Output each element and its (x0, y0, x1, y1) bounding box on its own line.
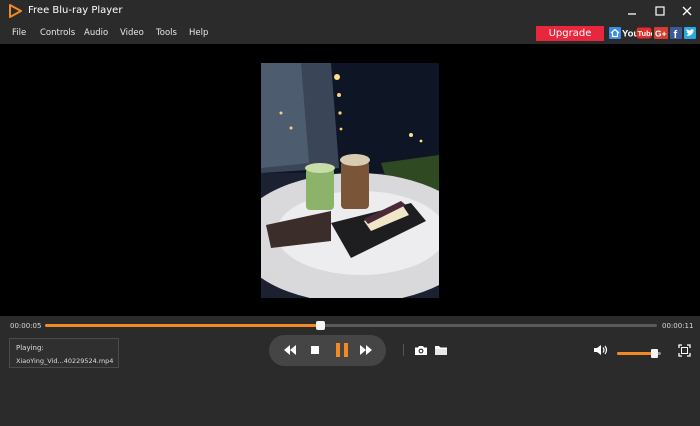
play-triangle-logo-icon (9, 4, 22, 18)
player-window: Free Blu-ray Player File Controls Audio … (0, 0, 700, 426)
title-bar[interactable]: Free Blu-ray Player (0, 0, 700, 22)
app-title: Free Blu-ray Player (28, 5, 123, 16)
volume-slider[interactable] (617, 349, 661, 358)
minimize-button[interactable] (623, 2, 641, 20)
menu-audio[interactable]: Audio (84, 26, 108, 40)
camera-icon (415, 345, 427, 355)
menu-video[interactable]: Video (120, 26, 144, 40)
rewind-button[interactable] (281, 341, 299, 359)
speaker-icon (593, 345, 607, 355)
maximize-icon (655, 6, 665, 16)
controls-divider (403, 344, 404, 356)
video-frame (261, 63, 439, 298)
fullscreen-icon (677, 343, 691, 357)
twitter-icon[interactable] (684, 26, 696, 40)
maximize-button[interactable] (651, 2, 669, 20)
volume-handle[interactable] (651, 349, 659, 358)
rewind-icon (284, 345, 296, 355)
fast-forward-button[interactable] (357, 341, 375, 359)
now-playing-box: Playing: XiaoYing_Vid...40229524.mp4 (9, 338, 119, 368)
svg-text:f: f (674, 29, 678, 40)
volume-level (617, 352, 655, 355)
video-display[interactable] (0, 44, 700, 316)
minimize-icon (628, 13, 636, 15)
volume-button[interactable] (592, 343, 608, 357)
playing-label: Playing: (16, 344, 44, 352)
close-icon (682, 6, 692, 16)
stop-button[interactable] (306, 341, 324, 359)
menu-file[interactable]: File (12, 26, 26, 40)
seek-bar-handle[interactable] (316, 321, 326, 330)
menu-tools[interactable]: Tools (156, 26, 177, 40)
open-folder-button[interactable] (433, 343, 449, 357)
fast-forward-icon (360, 345, 372, 355)
stop-icon (311, 346, 319, 354)
total-time: 00:00:11 (662, 322, 694, 330)
svg-text:G+: G+ (655, 29, 667, 39)
current-time: 00:00:05 (10, 322, 42, 330)
facebook-icon[interactable]: f (670, 26, 682, 40)
upgrade-button[interactable]: Upgrade (536, 26, 604, 41)
seek-bar-progress (45, 324, 321, 327)
home-icon[interactable] (609, 26, 621, 40)
menu-controls[interactable]: Controls (40, 26, 75, 40)
google-plus-icon[interactable]: G+ (654, 26, 668, 40)
menu-help[interactable]: Help (189, 26, 208, 40)
close-button[interactable] (678, 2, 696, 20)
snapshot-button[interactable] (413, 343, 429, 357)
seek-bar[interactable] (45, 321, 657, 330)
folder-icon (435, 345, 447, 355)
svg-text:Tube: Tube (638, 29, 653, 38)
fullscreen-button[interactable] (676, 343, 692, 357)
pause-button[interactable] (333, 341, 351, 359)
pause-icon (336, 343, 348, 357)
youtube-icon[interactable]: You Tube (622, 26, 652, 40)
playing-file-name: XiaoYing_Vid...40229524.mp4 (16, 357, 114, 365)
